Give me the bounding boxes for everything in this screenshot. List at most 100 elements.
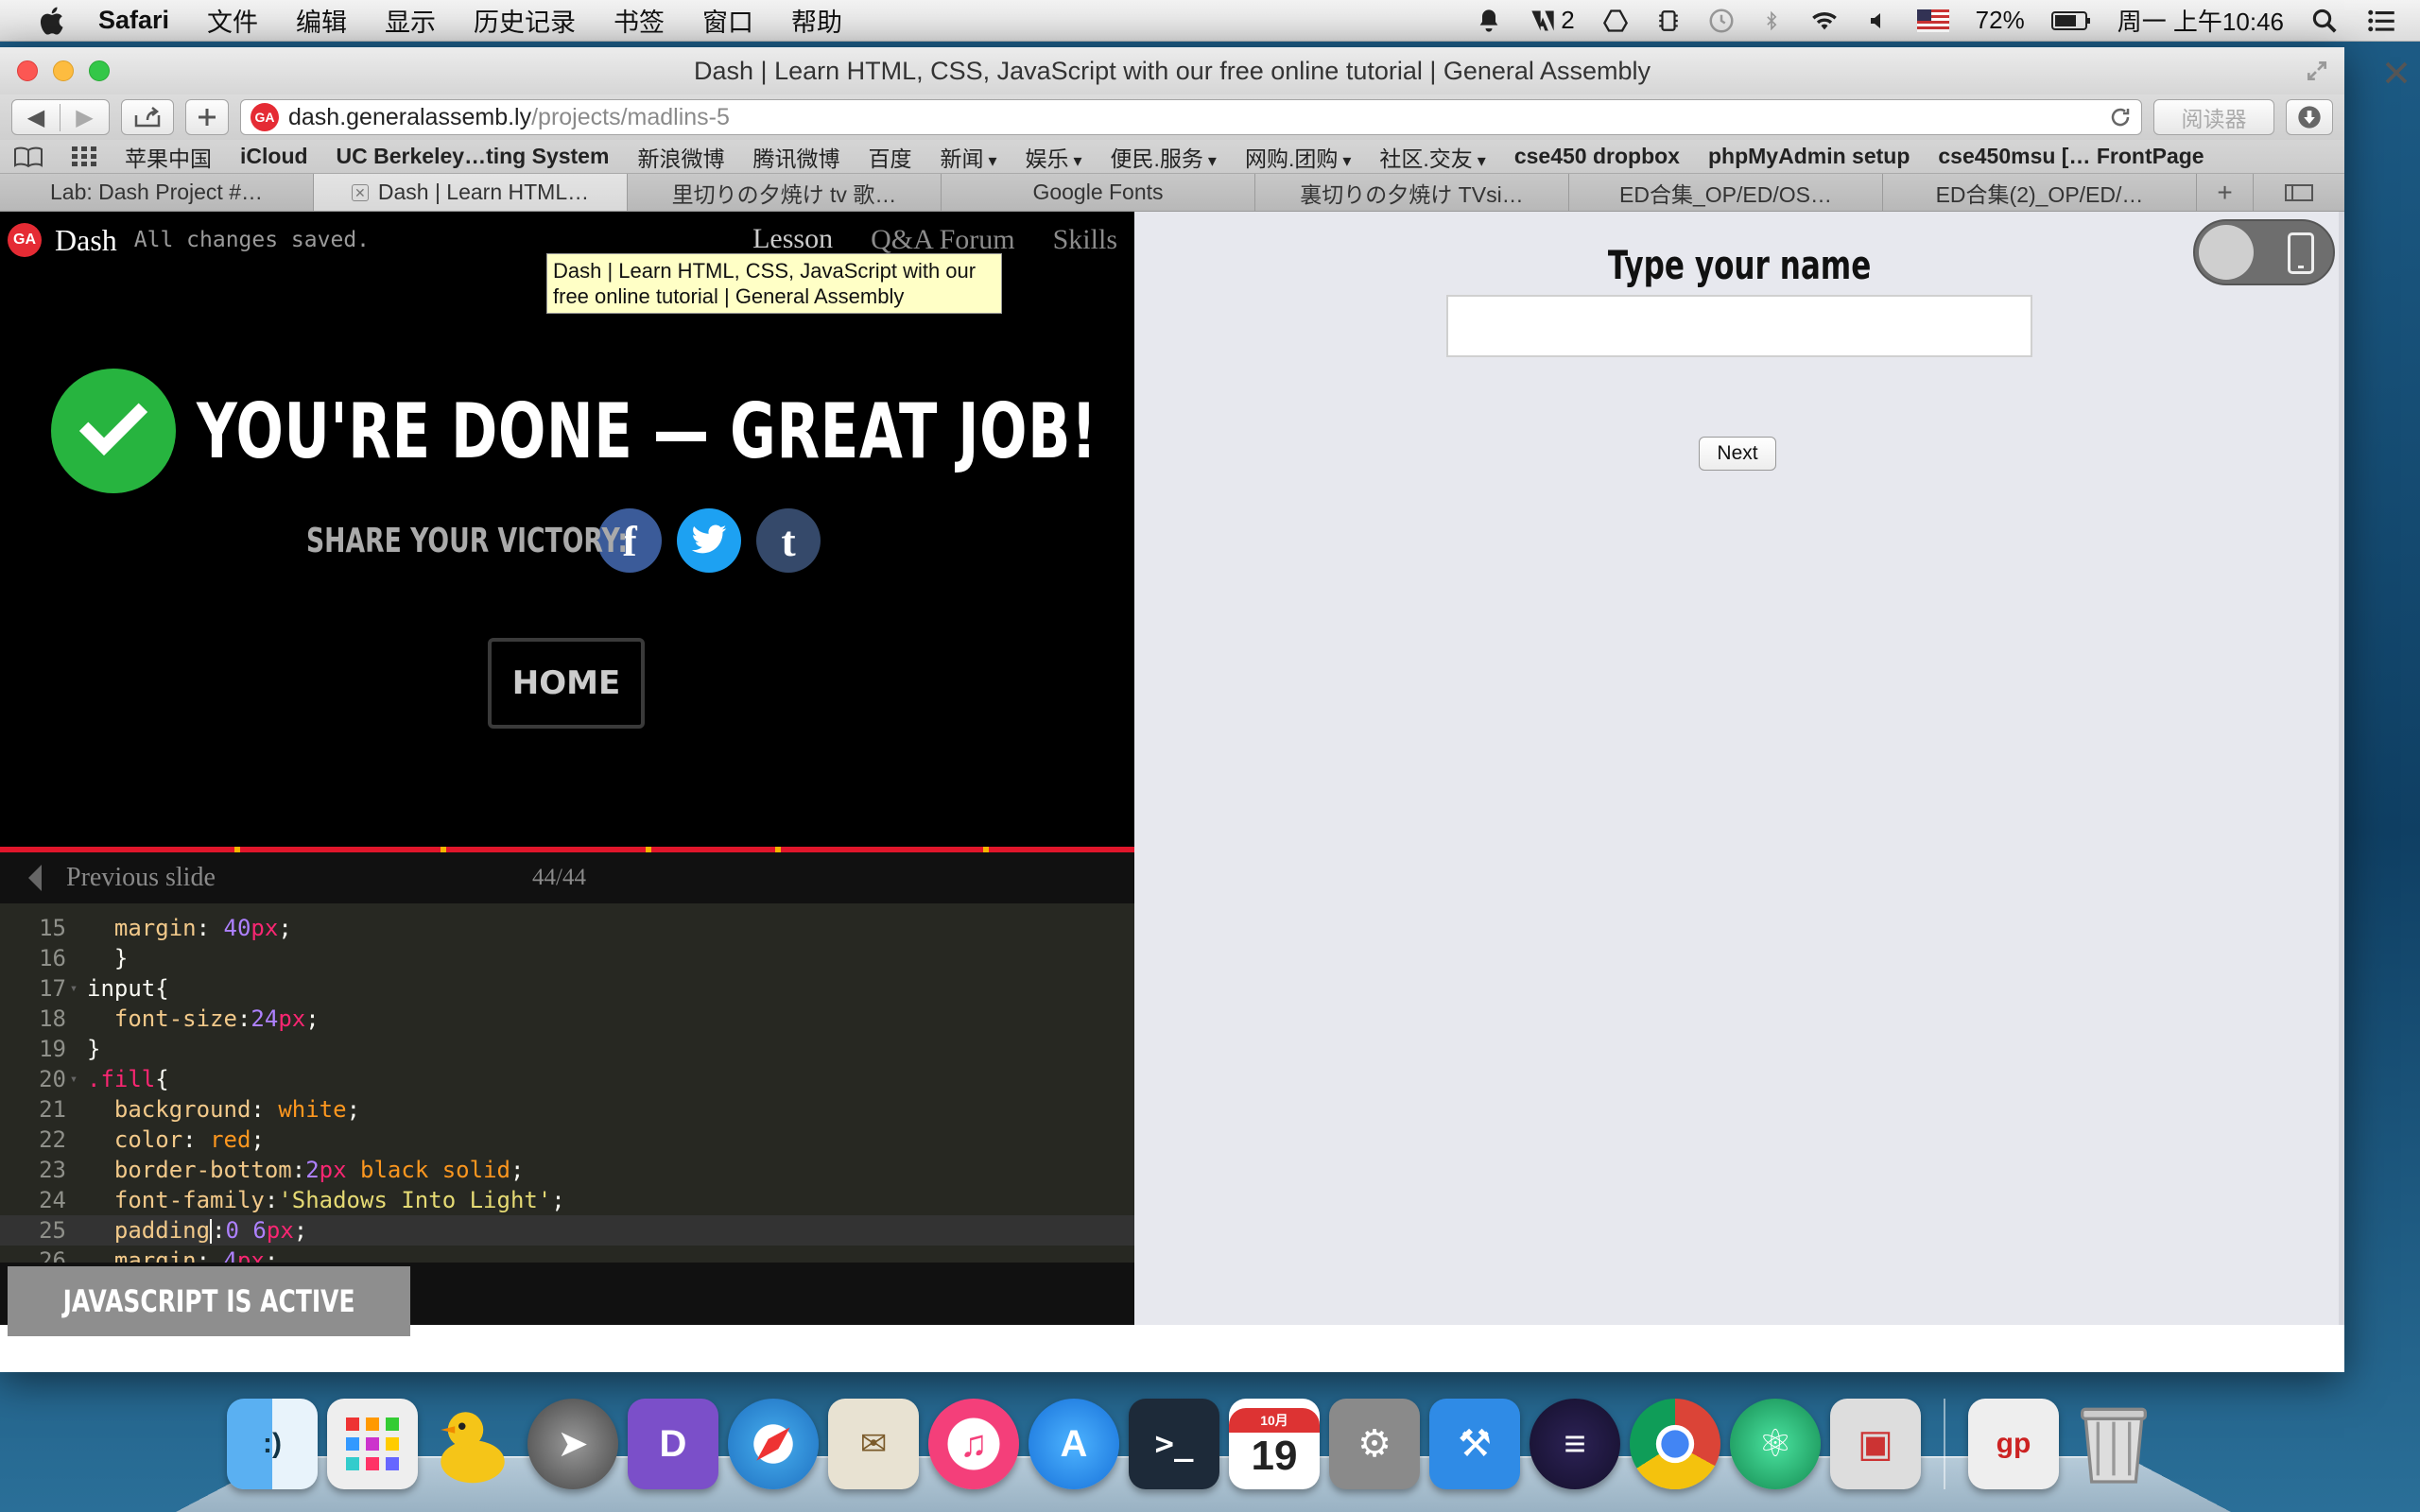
bluetooth-icon[interactable] [1762,7,1781,35]
code-line[interactable]: 26 margin: 4px; [0,1246,1134,1263]
bookmark-item[interactable]: 腾讯微博 [752,141,839,173]
code-line[interactable]: 17 ▾ input{ [0,973,1134,1004]
close-window-button[interactable] [17,60,38,81]
code-line[interactable]: 16 } [0,943,1134,973]
nav-skills[interactable]: Skills [1053,224,1117,256]
terminal-icon[interactable]: >_ [1129,1399,1219,1489]
zoom-window-button[interactable] [89,60,110,81]
menu-window[interactable]: 窗口 [702,2,753,39]
app-menu-safari[interactable]: Safari [98,6,169,35]
menu-file[interactable]: 文件 [207,2,258,39]
tab-song-1[interactable]: 里切りの夕焼け tv 歌… [628,174,942,211]
nav-lesson[interactable]: Lesson [752,223,834,258]
bookmark-folder[interactable]: 便民.服务 [1111,141,1217,173]
bookmark-item[interactable]: iCloud [240,144,308,169]
bookmark-item[interactable]: cse450 dropbox [1514,144,1680,169]
bookmark-item[interactable]: 苹果中国 [125,141,212,173]
eclipse-icon[interactable]: ≡ [1530,1399,1620,1489]
adobe-status[interactable]: 2 [1529,6,1575,35]
code-line[interactable]: 20 ▾ .fill{ [0,1064,1134,1094]
memory-chip-icon[interactable] [1656,7,1681,35]
tab-overview-button[interactable] [2254,174,2344,211]
name-input[interactable] [1446,295,2032,357]
xcode-icon[interactable]: ⚒ [1429,1399,1520,1489]
close-side-panel-icon[interactable] [2382,59,2411,87]
bookmark-folder[interactable]: 社区.交友 [1379,141,1485,173]
us-flag-input-icon[interactable] [1916,9,1949,32]
wifi-icon[interactable] [1807,8,1841,34]
google-drive-icon[interactable] [1601,8,1630,34]
tab-song-2[interactable]: 裏切りの夕焼け TVsi… [1255,174,1569,211]
bookmark-item[interactable]: UC Berkeley…ting System [337,144,610,169]
bookmark-item[interactable]: phpMyAdmin setup [1708,144,1910,169]
fullscreen-icon[interactable] [2305,59,2329,83]
battery-icon[interactable] [2050,9,2091,32]
bookmark-item[interactable]: cse450msu [… FrontPage [1938,144,2204,169]
ga-logo[interactable]: GA [8,223,42,257]
time-machine-icon[interactable] [1707,7,1736,35]
rocket-app-icon[interactable]: ➤ [527,1399,618,1489]
minimize-window-button[interactable] [53,60,74,81]
volume-icon[interactable] [1868,8,1891,34]
tumblr-share-icon[interactable]: t [756,508,821,573]
apple-menu-icon[interactable] [36,4,70,38]
safari-icon[interactable] [728,1399,819,1489]
itunes-icon[interactable]: ♫ [928,1399,1019,1489]
share-button[interactable] [121,99,174,135]
cyberduck-icon[interactable] [427,1399,518,1489]
new-tab-button[interactable] [185,99,229,135]
bookmark-item[interactable]: 新浪微博 [637,141,724,173]
calendar-icon[interactable]: 10月 19 [1229,1399,1320,1489]
downloads-button[interactable] [2286,99,2333,135]
mobile-view-toggle[interactable] [2193,219,2335,285]
bookmark-item[interactable]: 百度 [868,141,911,173]
finder-icon[interactable]: :) [227,1399,318,1489]
trash-icon[interactable] [2068,1399,2159,1489]
top-sites-grid-icon[interactable] [72,146,96,167]
notification-center-icon[interactable] [2365,7,2397,35]
nav-qa-forum[interactable]: Q&A Forum [871,224,1015,256]
code-line[interactable]: 23 border-bottom:2px black solid; [0,1155,1134,1185]
twitter-share-icon[interactable] [677,508,741,573]
menu-history[interactable]: 历史记录 [474,2,576,39]
battery-percent[interactable]: 72% [1976,6,2025,35]
reader-button[interactable]: 阅读器 [2153,99,2274,135]
menu-help[interactable]: 帮助 [791,2,842,39]
tab-google-fonts[interactable]: Google Fonts [942,174,1255,211]
menu-bookmarks[interactable]: 书签 [614,2,665,39]
home-button[interactable]: HOME [488,638,645,729]
mail-icon[interactable]: ✉ [828,1399,919,1489]
launchpad-icon[interactable] [327,1399,418,1489]
previous-slide-button[interactable]: Previous slide [66,863,216,893]
preview-scrollbar[interactable] [2339,212,2344,1325]
bookmark-folder[interactable]: 新闻 [940,141,996,173]
notification-bell-icon[interactable] [1476,7,1502,35]
dash-title[interactable]: Dash [55,223,117,258]
spotlight-search-icon[interactable] [2310,7,2339,35]
code-line[interactable]: 21 background: white; [0,1094,1134,1125]
tab-close-icon[interactable]: ✕ [351,183,369,201]
guitar-pro-icon[interactable]: gp [1968,1399,2059,1489]
tab-ed-collection-2[interactable]: ED合集(2)_OP/ED/… [1883,174,2197,211]
code-line[interactable]: 19} [0,1034,1134,1064]
fold-arrow-icon[interactable]: ▾ [66,1072,81,1087]
tab-ed-collection[interactable]: ED合集_OP/ED/OS… [1569,174,1883,211]
javascript-active-button[interactable]: JAVASCRIPT IS ACTIVE [8,1266,410,1336]
code-editor[interactable]: 15 margin: 40px; 16 } 17 ▾ input{18 font-siz… [0,903,1134,1263]
menu-edit[interactable]: 编辑 [296,2,347,39]
bookmark-folder[interactable]: 娱乐 [1025,141,1081,173]
code-line[interactable]: 18 font-size:24px; [0,1004,1134,1034]
bookmark-folder[interactable]: 网购.团购 [1245,141,1351,173]
next-button[interactable]: Next [1699,437,1776,471]
atom-icon[interactable]: ⚛ [1730,1399,1821,1489]
menu-clock[interactable]: 周一 上午10:46 [2118,3,2284,38]
code-line[interactable]: 15 margin: 40px; [0,913,1134,943]
dash-docs-icon[interactable]: D [628,1399,718,1489]
tab-dash-active[interactable]: ✕ Dash | Learn HTML… [314,174,628,211]
back-arrow-icon[interactable]: ◀ [12,103,60,131]
fold-arrow-icon[interactable]: ▾ [66,981,81,996]
system-preferences-icon[interactable]: ⚙ [1329,1399,1420,1489]
forward-arrow-icon[interactable]: ▶ [60,104,109,131]
chrome-apps-icon[interactable]: ▣ [1830,1399,1921,1489]
tab-lab-dash[interactable]: Lab: Dash Project #… [0,174,314,211]
